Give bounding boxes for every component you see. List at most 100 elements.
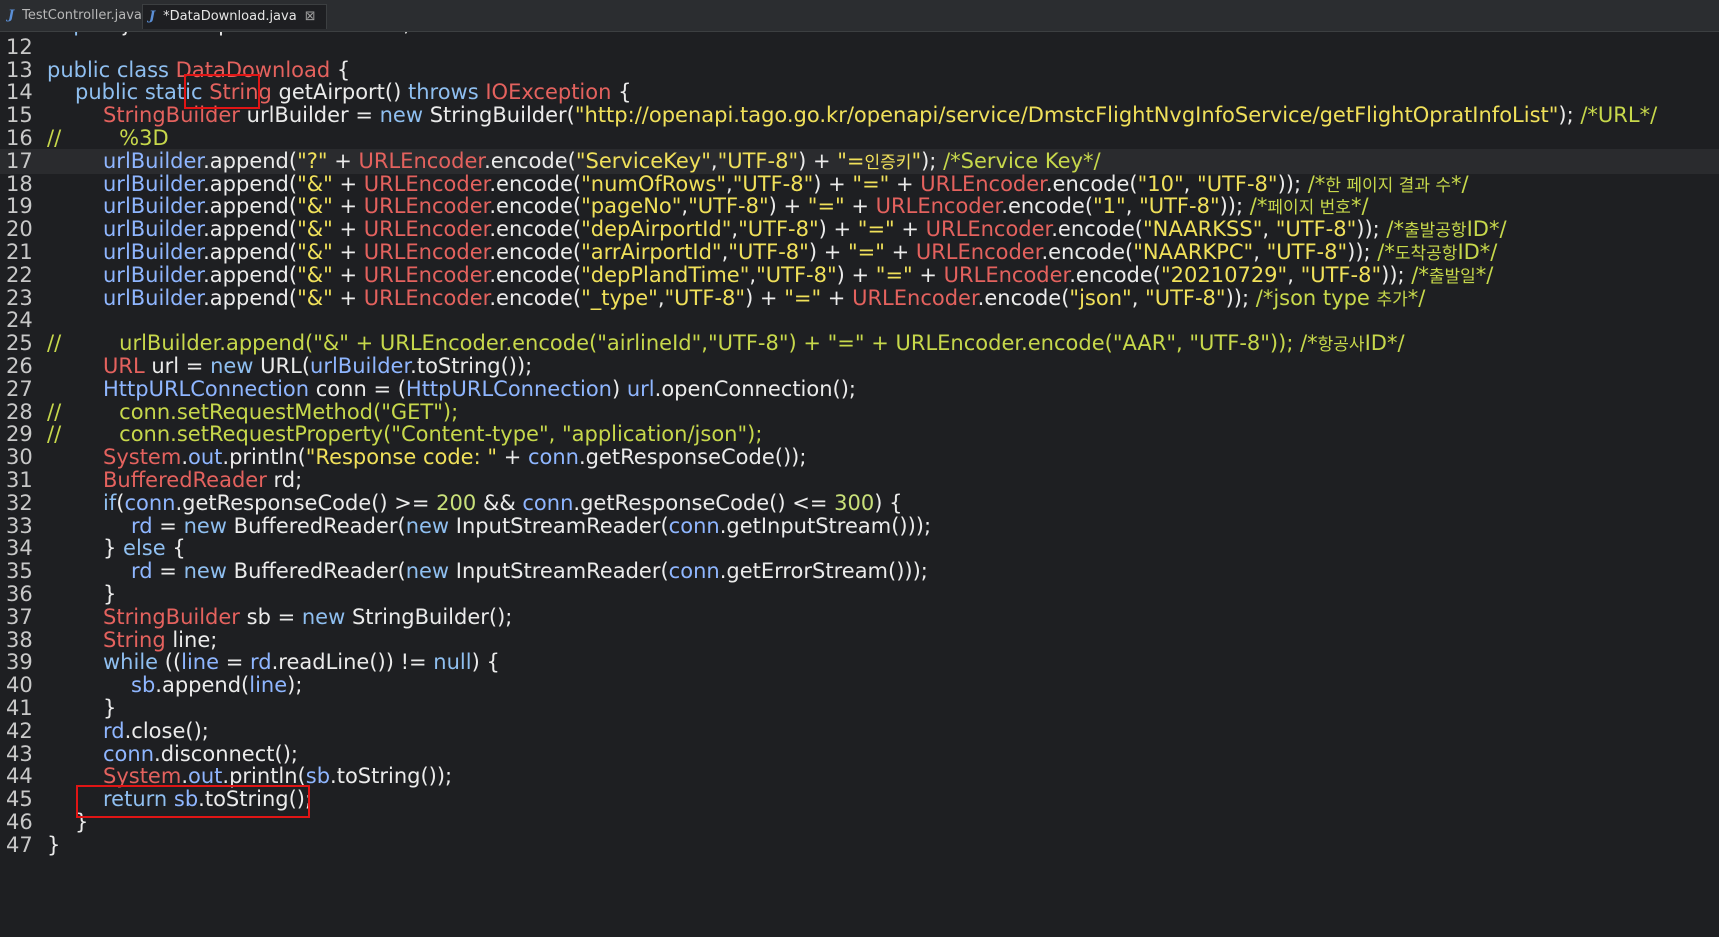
code-line[interactable]: 41} [0,696,1719,721]
code-token: 항공사 [1317,335,1365,356]
code-line[interactable]: 16 // %3D [0,126,1719,151]
code-line[interactable]: 19 urlBuilder.append("&" + URLEncoder.enc… [0,194,1719,219]
tab-datadownload[interactable]: J *DataDownload.java ⊠ [142,4,327,29]
code-token: ) { [874,490,903,515]
line-number: 37 [6,604,33,629]
code-token: .encode( [1001,194,1094,219]
code-line[interactable]: 38 String line; [0,628,1719,653]
code-line[interactable]: 14 public static String getAirport() thro… [0,80,1719,105]
code-token: rd [250,650,272,675]
code-line[interactable]: 43 conn.disconnect(); [0,742,1719,767]
code-line[interactable]: 25 // urlBuilder.append("&" + URLEncoder.e… [0,331,1719,356]
code-token: "depAirportId" [581,217,732,242]
line-number: 46 [6,810,33,834]
code-token: } [75,810,89,834]
code-line[interactable]: 40 sb.append(line); [0,673,1719,698]
code-token: HttpURLConnection [103,376,310,401]
code-editor[interactable]: 6import java.io.InputStreamReader;1213pu… [0,0,1719,937]
code-text: // conn.setRequestProperty("Content-type"… [47,422,762,447]
code-token: URLEncoder [925,217,1052,242]
line-number: 19 [6,194,33,219]
code-token: urlBuilder = [239,103,380,128]
code-token: "= [837,148,865,173]
code-token: ); [1558,103,1581,128]
code-token: return [103,787,174,812]
code-line[interactable]: 21 urlBuilder.append("&" + URLEncoder.enc… [0,240,1719,265]
code-line[interactable]: 47} [0,833,1719,858]
code-line[interactable]: 18 urlBuilder.append("&" + URLEncoder.enc… [0,172,1719,197]
code-token: + [912,262,944,287]
code-text: while ((line = rd.readLine()) != null) { [47,650,500,675]
line-number: 29 [6,422,33,447]
code-line[interactable]: 34} else { [0,536,1719,561]
code-line[interactable]: 27 HttpURLConnection conn = (HttpURLConne… [0,377,1719,402]
code-line[interactable]: 33 rd = new BufferedReader(new InputStrea… [0,514,1719,539]
code-token: out [188,764,223,789]
code-line[interactable]: 12 [0,35,1719,60]
code-token: // [47,126,62,150]
code-token: )); [1381,262,1405,287]
code-line[interactable]: 31 BufferedReader rd; [0,468,1719,493]
code-token: /* [1301,171,1326,196]
code-line[interactable]: 20 urlBuilder.append("&" + URLEncoder.enc… [0,217,1719,242]
code-token: ID*/ [1466,217,1507,242]
tab-testcontroller[interactable]: J TestController.java [2,4,148,28]
code-token: " [911,148,922,173]
code-line[interactable]: 29 // conn.setRequestProperty("Content-typ… [0,422,1719,447]
code-token: + [497,445,528,470]
code-line[interactable]: 45 return sb.toString(); [0,787,1719,812]
code-text: } [47,582,116,607]
code-token: + [332,194,364,219]
code-token: line [249,673,288,698]
code-line[interactable]: 35 rd = new BufferedReader(new InputStrea… [0,559,1719,584]
line-number: 44 [6,764,33,789]
code-text: rd = new BufferedReader(new InputStreamR… [47,514,931,539]
code-line[interactable]: 37 StringBuilder sb = new StringBuilder()… [0,605,1719,630]
code-line[interactable]: 13 public class DataDownload { [0,58,1719,83]
code-token: .encode( [1041,240,1134,264]
code-token: String [103,627,166,652]
code-line[interactable]: 23 urlBuilder.append("&" + URLEncoder.enc… [0,286,1719,311]
line-number: 12 [6,34,33,59]
code-token: + [327,148,359,173]
code-line[interactable]: 32 if(conn.getResponseCode() >= 200 && co… [0,491,1719,516]
code-token: sb [131,673,156,698]
code-line[interactable]: 26 URL url = new URL(urlBuilder.toString(… [0,354,1719,379]
code-token: , [726,171,733,196]
code-line[interactable]: 44 System.out.println(sb.toString()); [0,764,1719,789]
code-line[interactable]: 30 System.out.println("Response code: " +… [0,445,1719,470]
code-token: + [332,171,364,196]
code-token: "arrAirportId" [581,240,722,264]
code-token: (( [158,650,182,675]
code-line[interactable]: 24 [0,308,1719,333]
code-token: , [710,148,718,173]
code-text: sb.append(line); [47,673,302,698]
line-number: 18 [6,171,33,196]
code-token: { [330,57,351,82]
code-line[interactable]: 46} [0,810,1719,835]
code-token: .openConnection(); [654,376,857,401]
code-token: "UTF-8" [1139,194,1220,219]
code-line[interactable]: 17 urlBuilder.append("?" + URLEncoder.enc… [0,148,1719,174]
code-token: out [188,445,223,470]
code-token: "UTF-8" [728,240,809,264]
code-token: .close(); [124,718,209,743]
code-line[interactable]: 36} [0,582,1719,607]
code-token: InputStreamReader( [455,559,669,584]
code-token: urlBuilder [103,194,204,219]
code-text: rd.close(); [47,719,209,744]
code-line[interactable]: 15 StringBuilder urlBuilder = new StringB… [0,103,1719,128]
code-token: .disconnect(); [154,741,298,766]
code-token: { [611,80,632,105]
close-tab-icon[interactable]: ⊠ [305,9,316,24]
code-line[interactable]: 22 urlBuilder.append("&" + URLEncoder.enc… [0,263,1719,288]
line-number: 24 [6,308,33,333]
code-token: .getInputStream())); [719,513,932,538]
code-token: new [210,354,261,378]
code-token: else [123,536,166,561]
code-token: IOException [485,80,612,105]
code-line[interactable]: 28 // conn.setRequestMethod("GET"); [0,400,1719,425]
code-token: "=" [784,285,822,310]
code-line[interactable]: 42 rd.close(); [0,719,1719,744]
code-line[interactable]: 39 while ((line = rd.readLine()) != null)… [0,650,1719,675]
